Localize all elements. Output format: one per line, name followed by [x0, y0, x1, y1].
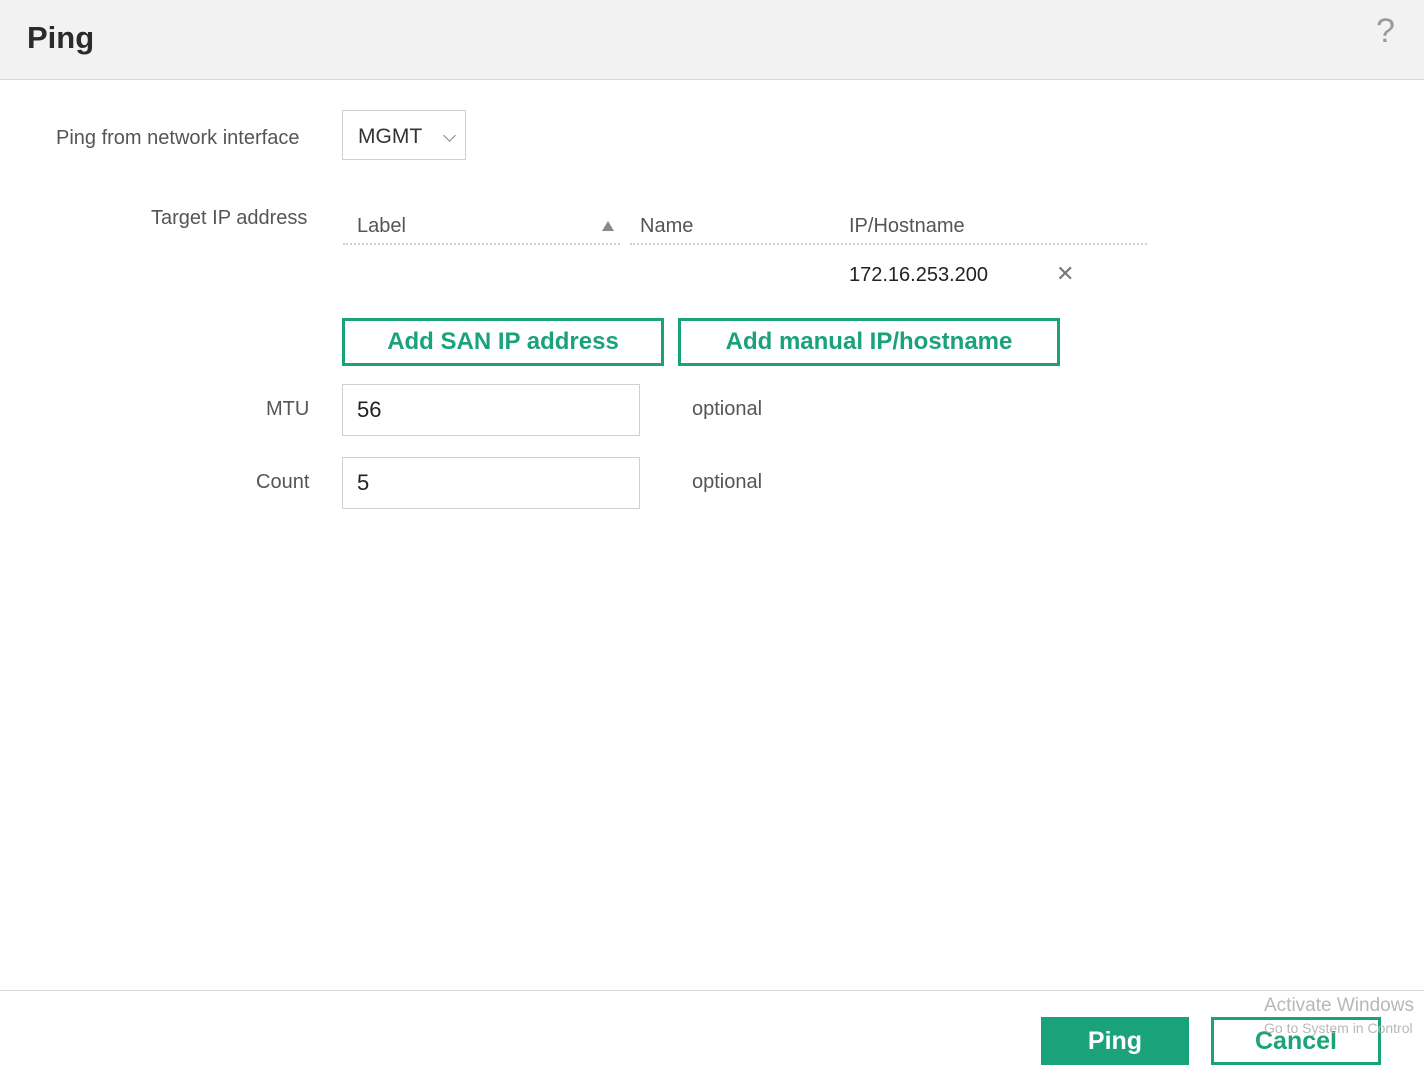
sort-ascending-icon[interactable] [602, 221, 614, 231]
ip-hostname-cell: 172.16.253.200 [849, 264, 989, 286]
column-divider [343, 243, 620, 245]
target-ip-label: Target IP address [151, 207, 308, 229]
add-manual-ip-button[interactable]: Add manual IP/hostname [678, 318, 1060, 366]
mtu-label: MTU [266, 398, 310, 420]
column-header-name[interactable]: Name [640, 215, 693, 238]
interface-label: Ping from network interface [56, 127, 300, 149]
mtu-hint: optional [692, 398, 763, 420]
column-divider [630, 243, 1147, 245]
activation-watermark: Activate Windows [1264, 995, 1414, 1016]
count-hint: optional [692, 471, 763, 493]
dialog-header: Ping ? [0, 0, 1424, 80]
help-icon[interactable]: ? [1376, 14, 1395, 48]
chevron-down-icon [443, 129, 456, 142]
footer-divider [0, 990, 1424, 991]
count-label: Count [256, 471, 310, 493]
activation-watermark-subtext: Go to System in Control [1264, 1020, 1413, 1036]
count-input[interactable] [342, 457, 640, 509]
mtu-input[interactable] [342, 384, 640, 436]
add-san-ip-button[interactable]: Add SAN IP address [342, 318, 664, 366]
dialog-title: Ping [27, 20, 95, 55]
interface-select[interactable]: MGMT [342, 110, 466, 160]
column-header-ip-hostname[interactable]: IP/Hostname [849, 215, 965, 238]
interface-select-value: MGMT [358, 125, 423, 148]
column-header-label[interactable]: Label [357, 215, 406, 238]
remove-icon[interactable]: ✕ [1056, 261, 1074, 287]
ping-button[interactable]: Ping [1041, 1017, 1189, 1065]
